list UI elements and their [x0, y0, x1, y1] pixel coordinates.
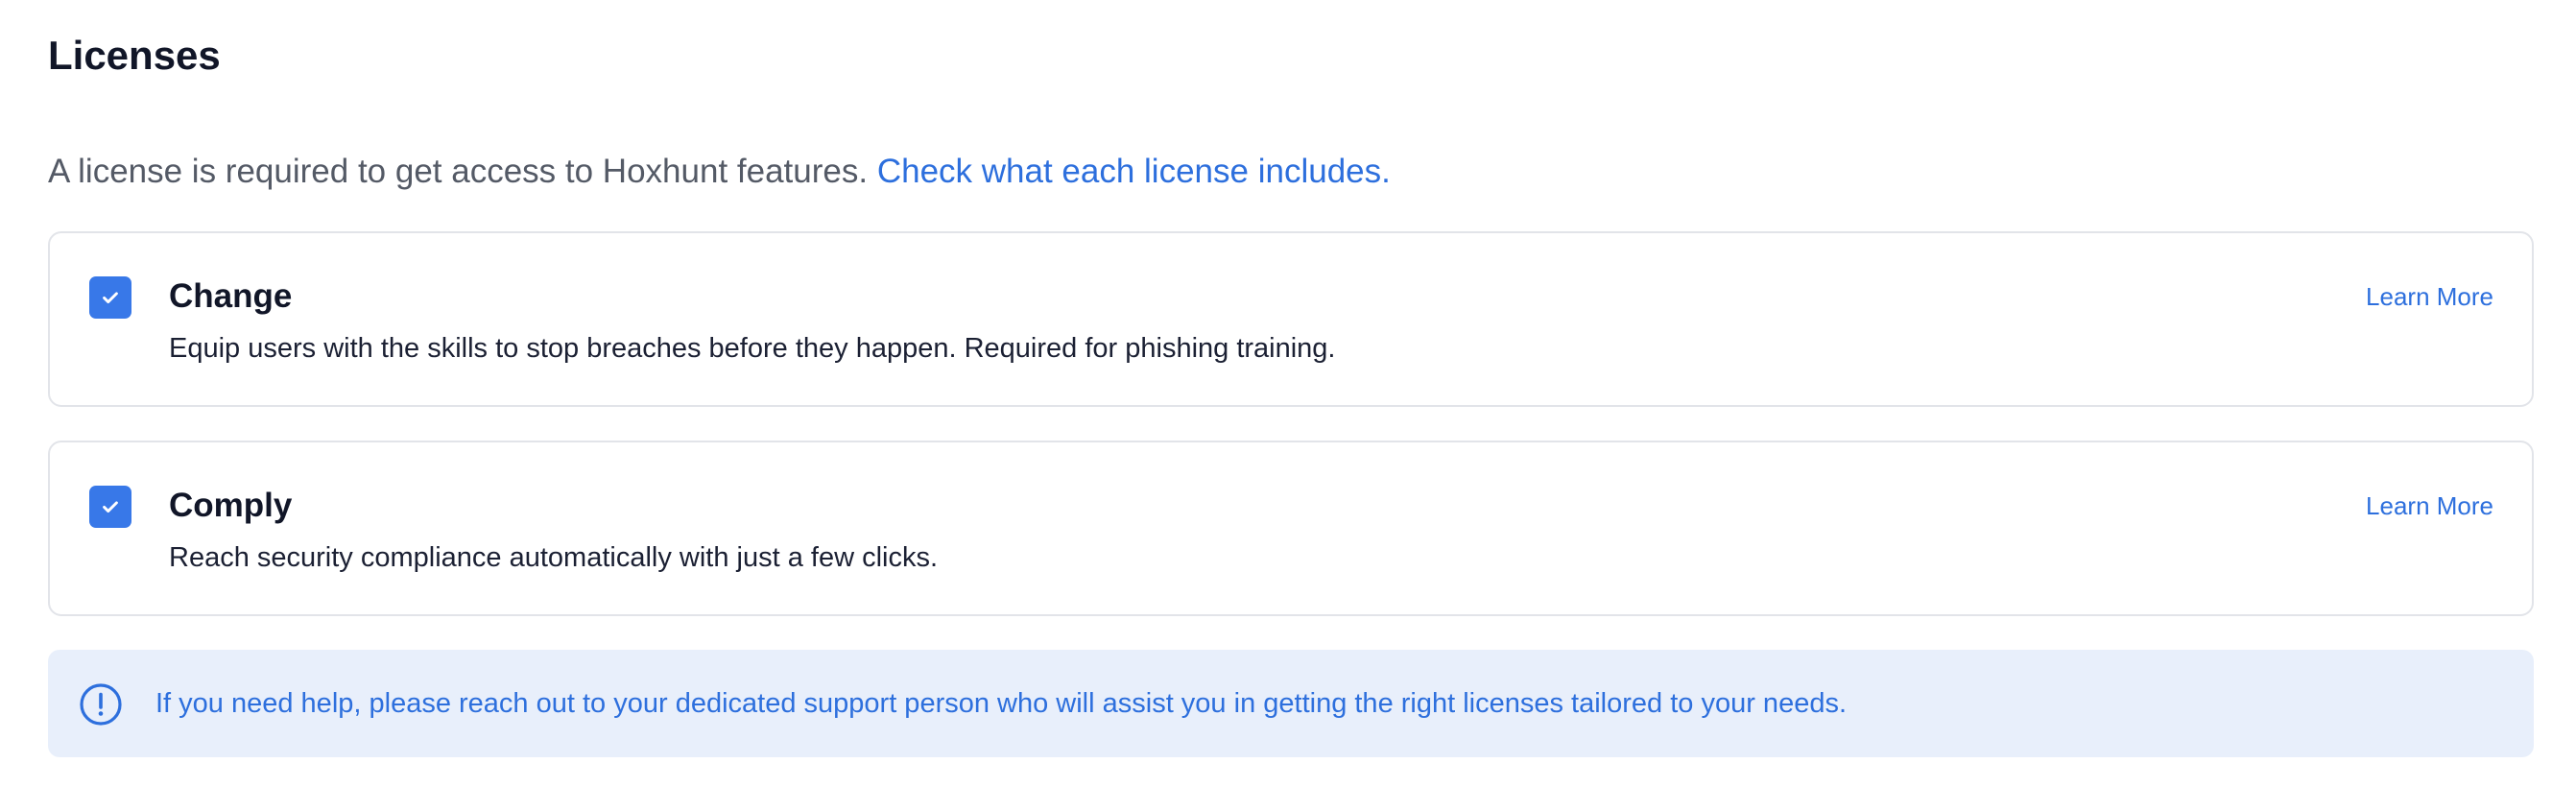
licenses-page: Licenses A license is required to get ac… — [0, 0, 2576, 787]
license-card-change: Change Equip users with the skills to st… — [48, 231, 2534, 407]
info-circle-icon — [80, 683, 122, 726]
learn-more-link-comply[interactable]: Learn More — [2366, 489, 2493, 523]
intro-text: A license is required to get access to H… — [48, 153, 869, 190]
checkmark-icon — [103, 292, 118, 304]
license-name: Change — [169, 277, 293, 315]
check-license-link[interactable]: Check what each license includes. — [877, 153, 1391, 190]
learn-more-link-change[interactable]: Learn More — [2366, 279, 2493, 314]
help-text: If you need help, please reach out to yo… — [155, 688, 1848, 719]
help-callout: If you need help, please reach out to yo… — [48, 650, 2534, 757]
license-checkbox-change[interactable] — [89, 276, 131, 319]
license-checkbox-comply[interactable] — [89, 486, 131, 528]
license-name: Comply — [169, 487, 293, 524]
intro-paragraph: A license is required to get access to H… — [48, 149, 1391, 195]
license-description: Equip users with the skills to stop brea… — [169, 333, 1336, 364]
license-description: Reach security compliance automatically … — [169, 542, 939, 573]
page-title: Licenses — [48, 33, 221, 78]
checkmark-icon — [103, 501, 118, 513]
license-card-comply: Comply Reach security compliance automat… — [48, 441, 2534, 616]
